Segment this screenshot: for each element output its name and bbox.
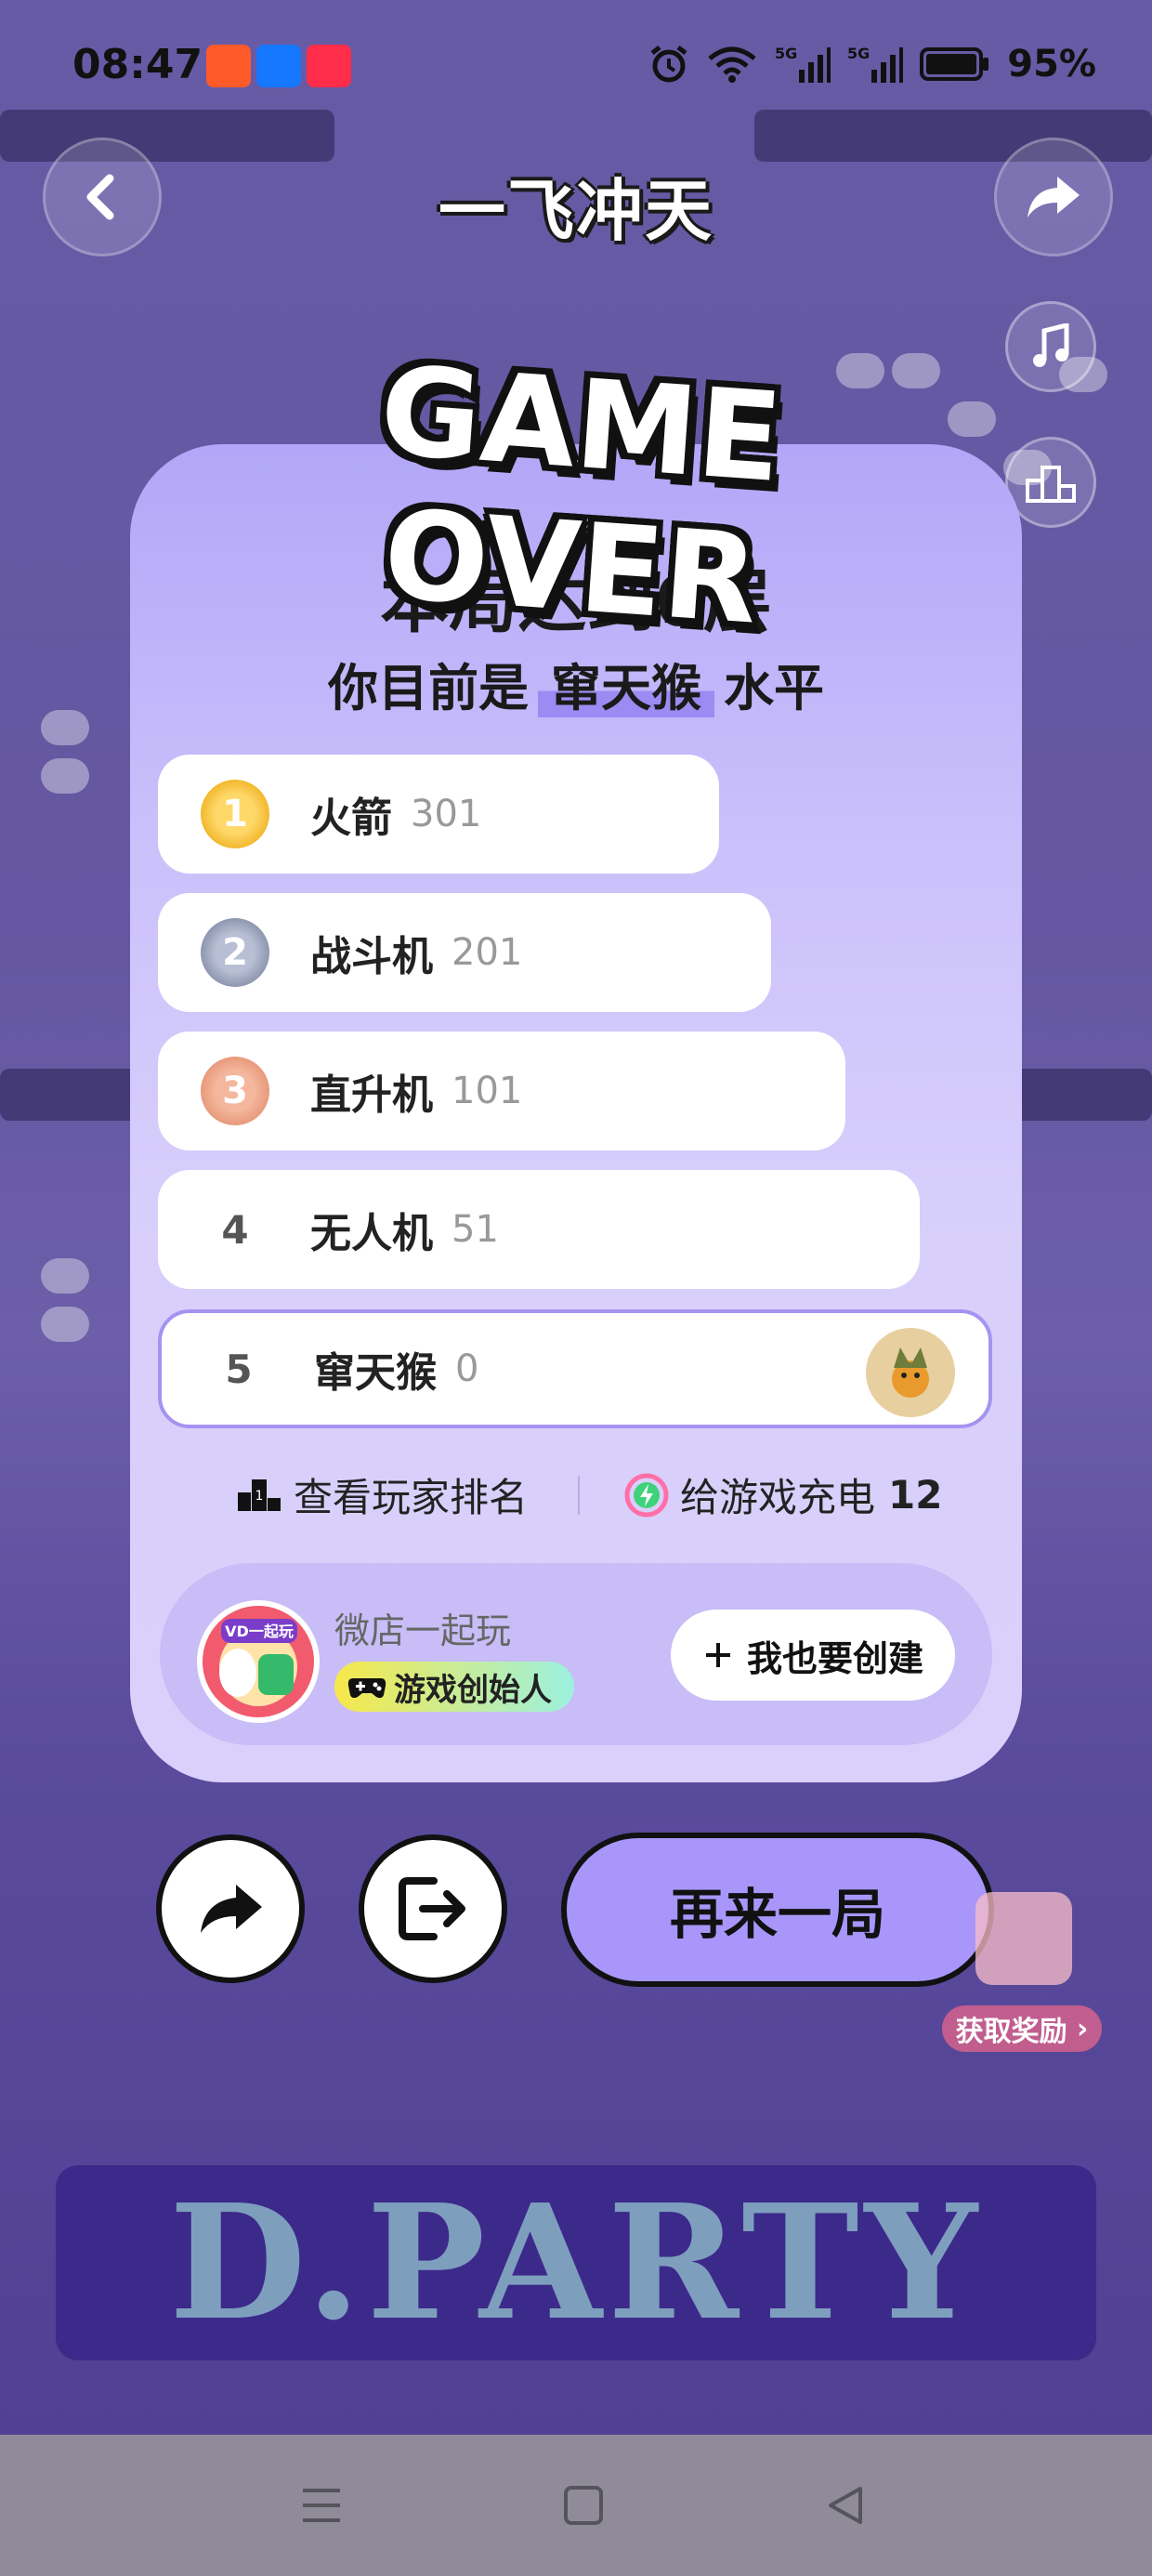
plus-icon bbox=[705, 1643, 730, 1667]
rank-row: 2 战斗机 201 bbox=[158, 893, 771, 1012]
divider bbox=[578, 1476, 580, 1515]
signal-5g-icon: 5G bbox=[847, 45, 904, 83]
gold-medal-icon: 1 bbox=[201, 780, 269, 848]
taobao-icon bbox=[206, 45, 251, 87]
reward-label-text: 获取奖励 bbox=[955, 2016, 1067, 2048]
exit-button[interactable] bbox=[359, 1834, 507, 1983]
svg-text:5G: 5G bbox=[775, 45, 797, 62]
battery-level: 95% bbox=[1007, 43, 1096, 85]
system-icons: 5G 5G 95% bbox=[648, 43, 1096, 85]
rank-row-current: 5 窜天猴 0 bbox=[158, 1309, 992, 1428]
creator-avatar[interactable]: VD一起玩 bbox=[197, 1600, 320, 1723]
card-links: 1 查看玩家排名 给游戏充电 12 bbox=[130, 1466, 1022, 1531]
alipay-icon bbox=[256, 45, 301, 87]
monkey-avatar-icon bbox=[892, 1347, 929, 1398]
level-suffix: 水平 bbox=[724, 659, 824, 717]
home-nav-button[interactable] bbox=[556, 2481, 611, 2530]
creator-avatar-tag: VD一起玩 bbox=[225, 1623, 294, 1640]
creator-badge: 游戏创始人 bbox=[334, 1662, 574, 1712]
music-note-icon bbox=[1033, 323, 1069, 367]
status-time: 08:47 bbox=[72, 41, 203, 88]
exit-icon bbox=[399, 1877, 465, 1940]
podium-icon bbox=[1026, 466, 1076, 503]
rank-position: 3 bbox=[222, 1070, 248, 1112]
charge-game-label: 给游戏充电 bbox=[680, 1475, 876, 1520]
create-game-button[interactable]: 我也要创建 bbox=[671, 1610, 955, 1701]
play-again-button[interactable]: 再来一局 bbox=[561, 1833, 994, 1987]
rank-row: 3 直升机 101 bbox=[158, 1032, 845, 1150]
rank-name: 直升机 bbox=[310, 1071, 433, 1119]
rank-name: 窜天猴 bbox=[314, 1349, 437, 1397]
rank-name: 无人机 bbox=[310, 1210, 433, 1257]
party-banner-text: D.PARTY bbox=[168, 2170, 984, 2356]
svg-text:5G: 5G bbox=[847, 45, 870, 62]
back-triangle-icon bbox=[829, 2487, 862, 2524]
bronze-medal-icon: 3 bbox=[201, 1057, 269, 1125]
charge-game-link[interactable]: 给游戏充电 12 bbox=[624, 1466, 942, 1523]
reward-button[interactable]: 获取奖励 › bbox=[938, 1886, 1106, 2054]
share-arrow-icon bbox=[1028, 177, 1080, 217]
alarm-icon bbox=[650, 46, 687, 83]
rank-position: 5 bbox=[225, 1346, 253, 1392]
player-avatar bbox=[866, 1328, 955, 1417]
rank-row: 1 火箭 301 bbox=[158, 755, 719, 874]
system-navigation-bar bbox=[0, 2435, 1152, 2576]
view-leaderboard-label: 查看玩家排名 bbox=[294, 1475, 529, 1520]
create-game-label: 我也要创建 bbox=[746, 1637, 923, 1679]
wifi-icon bbox=[708, 46, 756, 83]
creator-badge-label: 游戏创始人 bbox=[394, 1671, 552, 1709]
creator-logo-icon: VD一起玩 bbox=[203, 1606, 314, 1717]
share-arrow-icon bbox=[201, 1885, 262, 1933]
status-bar: 08:47 5G 5G 95% bbox=[0, 0, 1152, 130]
share-top-button[interactable] bbox=[994, 138, 1113, 256]
home-square-icon bbox=[564, 2486, 603, 2525]
signal-5g-icon: 5G bbox=[775, 45, 831, 83]
rank-score: 101 bbox=[452, 1070, 523, 1112]
view-leaderboard-link[interactable]: 1 查看玩家排名 bbox=[236, 1466, 528, 1523]
creator-name: 微店一起玩 bbox=[334, 1610, 512, 1651]
back-nav-button[interactable] bbox=[818, 2481, 873, 2530]
game-over-title: GAME OVER bbox=[375, 339, 787, 652]
music-toggle-button[interactable] bbox=[1005, 301, 1096, 392]
level-name: 窜天猴 bbox=[538, 659, 714, 717]
rank-position: 1 bbox=[222, 793, 248, 835]
svg-text:1: 1 bbox=[255, 1489, 264, 1504]
gift-box-icon bbox=[975, 1892, 1072, 1985]
game-title: 一飞冲天 bbox=[438, 172, 713, 250]
rank-score: 301 bbox=[411, 793, 482, 835]
charge-bolt-icon bbox=[624, 1473, 669, 1517]
rank-score: 0 bbox=[455, 1347, 479, 1390]
level-prefix: 你目前是 bbox=[328, 659, 529, 717]
rank-name: 战斗机 bbox=[310, 933, 433, 980]
menu-nav-button[interactable] bbox=[294, 2481, 349, 2530]
rank-score: 51 bbox=[452, 1208, 499, 1251]
rank-score: 201 bbox=[452, 931, 523, 974]
rank-name: 火箭 bbox=[310, 795, 392, 842]
share-button[interactable] bbox=[156, 1834, 305, 1983]
back-button[interactable] bbox=[43, 138, 162, 256]
xiaohongshu-icon bbox=[307, 45, 351, 87]
rank-row: 4 无人机 51 bbox=[158, 1170, 920, 1289]
notification-icons bbox=[206, 45, 351, 87]
chevron-left-icon bbox=[86, 174, 114, 220]
gamepad-icon bbox=[347, 1678, 386, 1699]
silver-medal-icon: 2 bbox=[201, 918, 269, 987]
reward-label: 获取奖励 › bbox=[942, 2005, 1102, 2052]
rank-position: 4 bbox=[221, 1206, 249, 1253]
creator-panel: VD一起玩 微店一起玩 游戏创始人 我也要创建 bbox=[160, 1563, 992, 1745]
charge-count: 12 bbox=[888, 1472, 943, 1518]
battery-icon bbox=[920, 47, 989, 81]
menu-icon bbox=[303, 2489, 340, 2522]
rank-position: 2 bbox=[222, 931, 248, 974]
podium-icon: 1 bbox=[238, 1479, 281, 1511]
